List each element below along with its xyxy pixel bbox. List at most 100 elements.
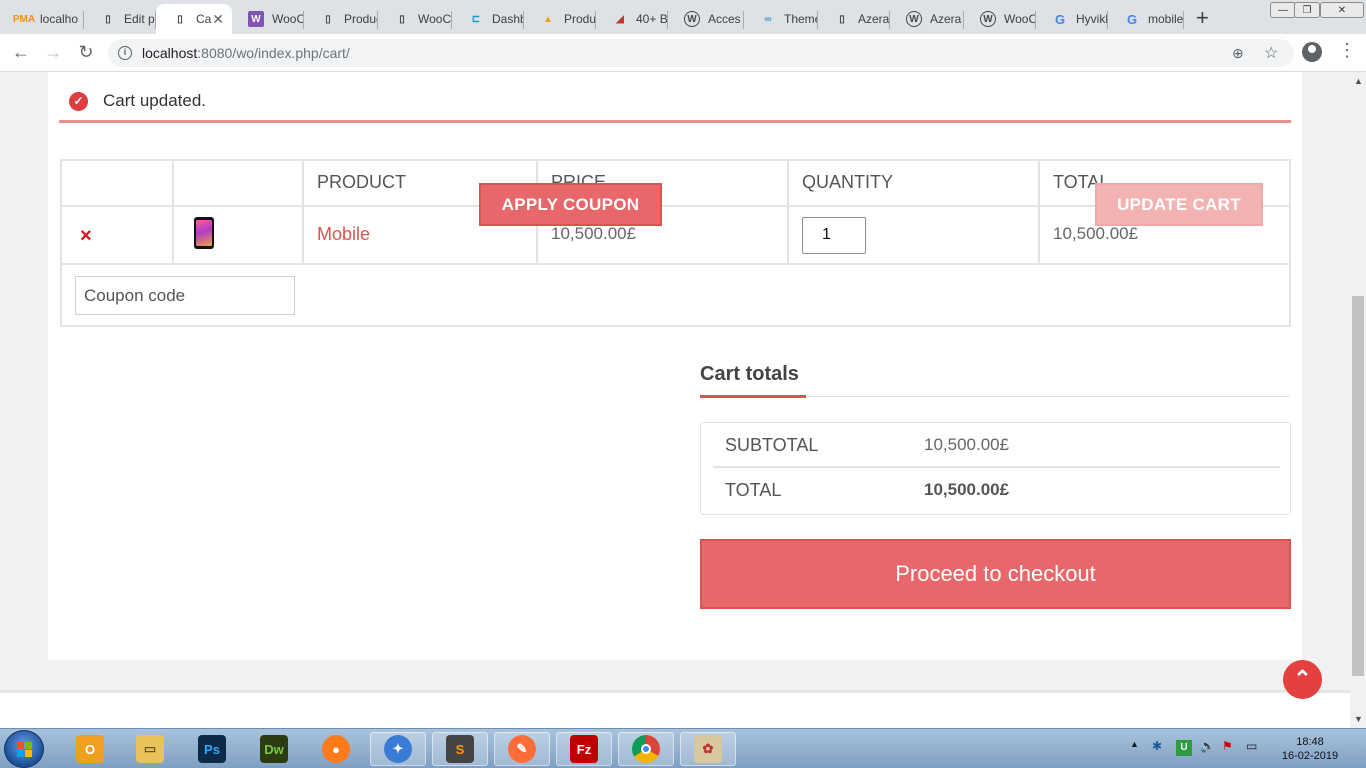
cart-page: ✓ Cart updated. PRODUCT PRICE QUANTITY T… (48, 72, 1302, 660)
dashboard-icon: ⊏ (471, 13, 481, 25)
windows-taskbar: O ▭ Ps Dw ● ✦ S ✎ Fz ✿ ▲ ✱ U 🔈 ⚑ ▭ 18:48… (0, 728, 1366, 768)
page-icon: ▯ (105, 13, 111, 25)
close-tab-icon[interactable]: ✕ (212, 11, 224, 28)
quantity-input[interactable]: 1 (802, 217, 866, 254)
header-quantity: QUANTITY (789, 161, 1040, 207)
sublime-icon[interactable]: S (432, 732, 488, 766)
bookmark-star-icon[interactable]: ☆ (1264, 43, 1278, 63)
tab-products[interactable]: ▯ Produc (304, 4, 378, 34)
tab-theme[interactable]: ∞ Theme (744, 4, 818, 34)
remove-cell: × (62, 207, 174, 265)
chrome-icon[interactable] (618, 732, 674, 766)
windows-logo-icon (17, 742, 33, 758)
cart-actions-row: Coupon code (62, 265, 1289, 325)
profile-avatar-icon[interactable] (1302, 42, 1322, 62)
tab-azera-2[interactable]: W Azera (890, 4, 964, 34)
restore-icon[interactable]: ❐ (1294, 2, 1320, 18)
start-button[interactable] (4, 730, 44, 768)
checkmark-circle-icon: ✓ (69, 92, 88, 111)
site-info-icon[interactable]: i (118, 46, 132, 60)
header-remove (62, 161, 174, 207)
explorer-icon[interactable]: ▭ (122, 732, 178, 766)
tray-app-icon[interactable]: U (1176, 740, 1192, 756)
tab-access[interactable]: W Acces (668, 4, 744, 34)
update-cart-button[interactable]: UPDATE CART (1095, 183, 1263, 226)
scrollbar-thumb[interactable] (1352, 296, 1364, 676)
clock-time: 18:48 (1296, 736, 1324, 748)
tab-cart[interactable]: ▯ Ca ✕ (156, 4, 232, 34)
thumbnail-cell (174, 207, 304, 265)
coupon-code-input[interactable]: Coupon code (75, 276, 295, 315)
scroll-to-top-icon[interactable]: ⌃ (1283, 660, 1322, 699)
apply-coupon-button[interactable]: APPLY COUPON (479, 183, 662, 226)
tab-mobile[interactable]: G mobile (1108, 4, 1184, 34)
outlook-icon[interactable]: O (62, 732, 118, 766)
network-icon[interactable]: ▭ (1246, 739, 1257, 753)
tab-azera[interactable]: ▯ Azera (818, 4, 890, 34)
totals-title-underline (700, 395, 806, 398)
system-clock[interactable]: 18:48 16-02-2019 (1274, 735, 1346, 763)
graduation-cap-icon: ▲ (543, 13, 553, 25)
address-bar[interactable]: i localhost:8080/wo/index.php/cart/ ⊕ ☆ (108, 39, 1294, 67)
phpmyadmin-icon: PMA (12, 13, 36, 25)
photoshop-icon[interactable]: Ps (184, 732, 240, 766)
total-label: TOTAL (725, 480, 782, 500)
back-icon[interactable]: ← (10, 42, 32, 63)
tab-40-best[interactable]: ◢ 40+ Be (596, 4, 668, 34)
new-tab-icon[interactable]: + (1196, 5, 1209, 31)
product-name-link[interactable]: Mobile (317, 224, 370, 245)
product-thumbnail[interactable] (194, 217, 214, 249)
wordpress-icon: W (906, 11, 922, 27)
zoom-icon[interactable]: ⊕ (1232, 45, 1244, 62)
page-icon: ▯ (177, 13, 183, 25)
wordpress-icon: W (684, 11, 700, 27)
tab-woocommerce[interactable]: W WooCo (232, 4, 304, 34)
quantity-cell: 1 (789, 207, 1040, 265)
messenger-icon[interactable]: ✦ (370, 732, 426, 766)
clock-date: 16-02-2019 (1281, 750, 1339, 762)
header-thumbnail (174, 161, 304, 207)
proceed-to-checkout-button[interactable]: Proceed to checkout (700, 539, 1291, 609)
cart-updated-notice: ✓ Cart updated. (59, 82, 1291, 123)
volume-icon[interactable]: 🔈 (1200, 739, 1215, 753)
network-share-icon[interactable]: ✱ (1152, 739, 1162, 753)
forward-icon[interactable]: → (42, 42, 64, 63)
menu-kebab-icon[interactable]: ⋮ (1338, 40, 1356, 61)
filezilla-icon[interactable]: Fz (556, 732, 612, 766)
firefox-icon[interactable]: ● (308, 732, 364, 766)
subtotal-row: SUBTOTAL 10,500.00£ (713, 423, 1280, 468)
action-center-flag-icon[interactable]: ⚑ (1222, 739, 1233, 753)
logo-icon: ◢ (616, 13, 624, 25)
cart-totals-title: Cart totals (700, 363, 799, 385)
reload-icon[interactable]: ↻ (75, 42, 97, 63)
tab-dashboard[interactable]: ⊏ Dashb (452, 4, 524, 34)
woocommerce-icon: W (248, 11, 264, 27)
tab-woocommerce-2[interactable]: ▯ WooCo (378, 4, 452, 34)
remove-item-icon[interactable]: × (80, 225, 92, 248)
browser-tab-strip: PMA localho ▯ Edit pr ▯ Ca ✕ W WooCo ▯ P… (0, 0, 1366, 34)
dreamweaver-icon[interactable]: Dw (246, 732, 302, 766)
order-total-row: TOTAL 10,500.00£ (713, 468, 1280, 513)
page-icon: ▯ (839, 13, 845, 25)
tab-products-2[interactable]: ▲ Produc (524, 4, 596, 34)
tab-edit-product[interactable]: ▯ Edit pr (84, 4, 156, 34)
page-viewport: ✓ Cart updated. PRODUCT PRICE QUANTITY T… (0, 72, 1350, 728)
tab-localhost[interactable]: PMA localho (0, 4, 84, 34)
site-footer (0, 690, 1350, 728)
wordpress-icon: W (980, 11, 996, 27)
close-window-icon[interactable]: ✕ (1320, 2, 1364, 18)
minimize-icon[interactable]: — (1270, 2, 1296, 18)
show-hidden-icons-icon[interactable]: ▲ (1130, 739, 1139, 749)
page-icon: ▯ (399, 13, 405, 25)
scroll-up-arrow-icon[interactable]: ▲ (1354, 76, 1363, 86)
link-icon: ∞ (764, 13, 772, 25)
notice-message: Cart updated. (103, 91, 207, 110)
page-icon: ▯ (325, 13, 331, 25)
postman-icon[interactable]: ✎ (494, 732, 550, 766)
subtotal-label: SUBTOTAL (725, 435, 819, 455)
paint-icon[interactable]: ✿ (680, 732, 736, 766)
tab-woocommerce-3[interactable]: W WooCo (964, 4, 1036, 34)
tab-hyvikk[interactable]: G Hyvikk (1036, 4, 1108, 34)
page-scrollbar[interactable]: ▲ ▼ (1350, 72, 1366, 728)
scroll-down-arrow-icon[interactable]: ▼ (1354, 714, 1363, 724)
